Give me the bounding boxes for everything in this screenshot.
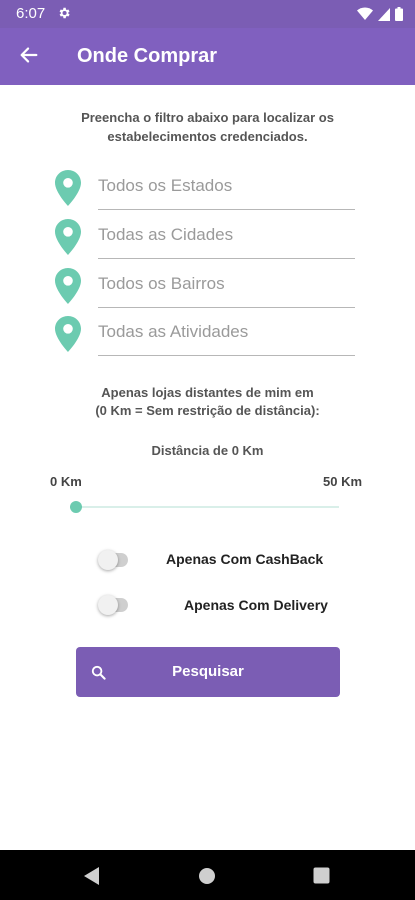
distance-slider-thumb[interactable] [70, 501, 82, 513]
search-button-label: Pesquisar [172, 663, 244, 680]
slider-max-label: 50 Km [323, 474, 363, 489]
system-nav-bar [0, 850, 415, 900]
back-arrow-icon[interactable] [18, 44, 40, 66]
nav-back-icon[interactable] [84, 867, 100, 885]
page-title: Onde Comprar [77, 45, 218, 67]
activity-filter[interactable]: Todas as Atividades [55, 316, 355, 356]
signal-icon [378, 7, 390, 21]
wifi-icon [357, 7, 373, 20]
delivery-toggle-label: Apenas Com Delivery [184, 597, 328, 613]
distance-help-text: Apenas lojas distantes de mim em (0 Km =… [40, 384, 375, 420]
search-button[interactable]: Pesquisar [76, 647, 340, 697]
location-pin-icon [55, 268, 81, 304]
state-filter-placeholder: Todos os Estados [98, 176, 233, 195]
distance-slider-track[interactable] [76, 506, 339, 508]
battery-icon [395, 7, 403, 21]
status-time: 6:07 [16, 5, 46, 22]
delivery-toggle-knob [98, 595, 118, 615]
app-toolbar: Onde Comprar [0, 28, 415, 85]
neighborhood-filter-placeholder: Todos os Bairros [98, 274, 225, 293]
location-pin-icon [55, 170, 81, 206]
status-bar: 6:07 [0, 0, 415, 28]
nav-home-icon[interactable] [198, 867, 216, 885]
slider-min-label: 0 Km [50, 474, 82, 489]
intro-text: Preencha o filtro abaixo para localizar … [81, 110, 334, 144]
state-filter[interactable]: Todos os Estados [55, 170, 355, 210]
location-pin-icon [55, 316, 81, 352]
cashback-toggle-label: Apenas Com CashBack [166, 551, 324, 567]
activity-filter-placeholder: Todas as Atividades [98, 322, 249, 341]
settings-gear-icon [59, 7, 70, 19]
location-pin-icon [55, 219, 81, 255]
nav-recents-icon[interactable] [313, 867, 330, 884]
cashback-toggle-knob [98, 550, 118, 570]
distance-value-label: Distância de 0 Km [151, 443, 264, 458]
city-filter[interactable]: Todas as Cidades [55, 219, 355, 259]
delivery-toggle[interactable] [98, 595, 128, 615]
cashback-toggle[interactable] [98, 550, 128, 570]
distance-help-line2: (0 Km = Sem restrição de distância): [95, 403, 320, 418]
neighborhood-filter[interactable]: Todos os Bairros [55, 268, 355, 308]
city-filter-placeholder: Todas as Cidades [98, 225, 234, 244]
distance-help-line1: Apenas lojas distantes de mim em [101, 385, 314, 400]
